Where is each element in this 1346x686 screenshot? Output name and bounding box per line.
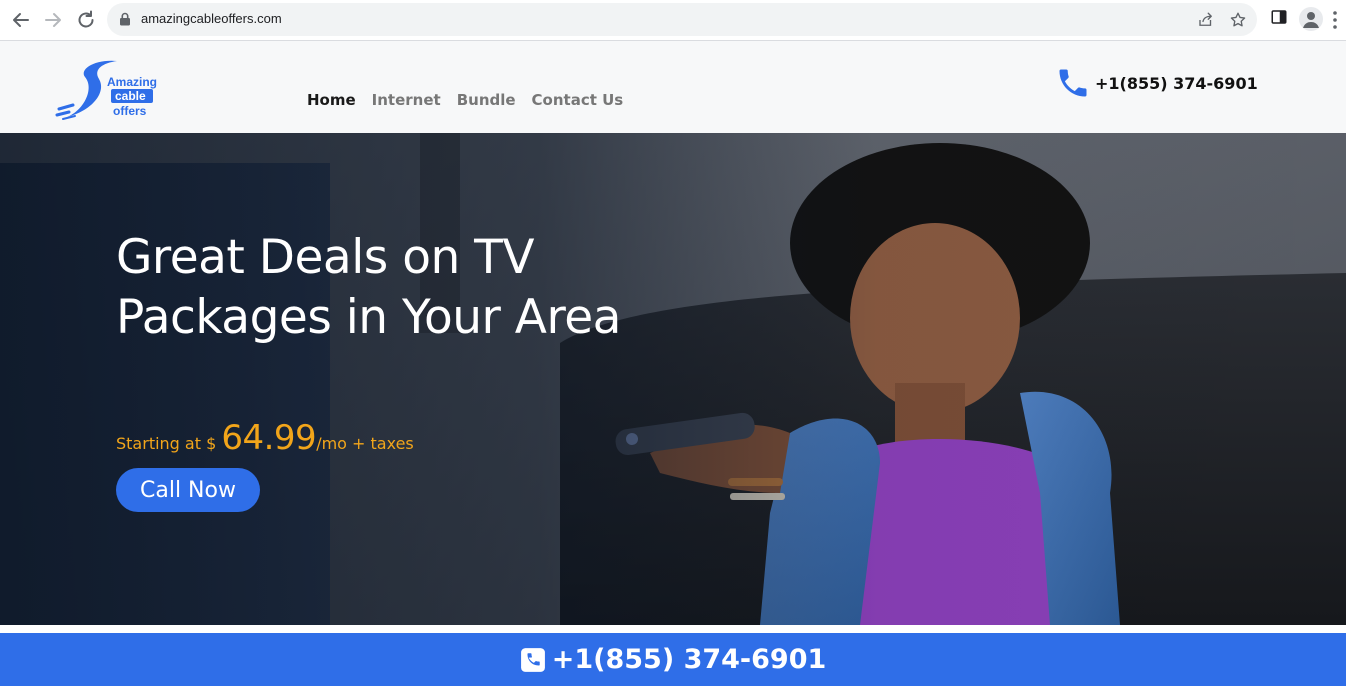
nav-bundle[interactable]: Bundle	[457, 91, 516, 109]
nav-contact-us[interactable]: Contact Us	[532, 91, 624, 109]
logo-text-line3: offers	[113, 104, 147, 118]
browser-toolbar: amazingcableoffers.com	[0, 0, 1346, 41]
header-phone-link[interactable]: +1(855) 374-6901	[1055, 65, 1258, 101]
call-now-button[interactable]: Call Now	[116, 468, 260, 512]
hero-dark-overlay	[0, 133, 1346, 625]
reload-icon[interactable]	[74, 8, 98, 32]
forward-arrow-icon[interactable]	[41, 8, 65, 32]
logo-text-line1: Amazing	[107, 75, 157, 89]
phone-square-icon	[520, 647, 545, 672]
hero-banner: Great Deals on TV Packages in Your Area …	[0, 133, 1346, 625]
price-line: Starting at $ 64.99/mo + taxes	[116, 418, 414, 458]
address-bar[interactable]: amazingcableoffers.com	[107, 3, 1257, 36]
bottom-phone-number[interactable]: +1(855) 374-6901	[552, 644, 827, 675]
url-text[interactable]: amazingcableoffers.com	[141, 11, 282, 26]
side-panel-icon[interactable]	[1270, 8, 1288, 26]
price-prefix: Starting at $	[116, 434, 222, 453]
hero-title: Great Deals on TV Packages in Your Area	[116, 230, 621, 345]
header-phone-number[interactable]: +1(855) 374-6901	[1095, 74, 1258, 93]
phone-icon	[1059, 69, 1087, 97]
more-menu-icon[interactable]	[1332, 10, 1338, 30]
main-nav: Home Internet Bundle Contact Us	[307, 91, 623, 109]
price-amount: 64.99	[221, 418, 317, 458]
price-suffix: /mo + taxes	[316, 434, 414, 453]
share-icon[interactable]	[1197, 11, 1215, 29]
profile-avatar-glyph	[1303, 12, 1319, 28]
nav-home[interactable]: Home	[307, 91, 356, 109]
profile-icon[interactable]	[1299, 7, 1323, 31]
nav-internet[interactable]: Internet	[372, 91, 441, 109]
bottom-call-bar[interactable]: +1(855) 374-6901	[0, 633, 1346, 686]
back-arrow-icon[interactable]	[9, 8, 33, 32]
star-icon[interactable]	[1229, 11, 1247, 29]
site-logo[interactable]: Amazing cable offers	[55, 55, 160, 121]
lock-icon[interactable]	[119, 12, 131, 26]
logo-text-line2: cable	[115, 89, 146, 103]
